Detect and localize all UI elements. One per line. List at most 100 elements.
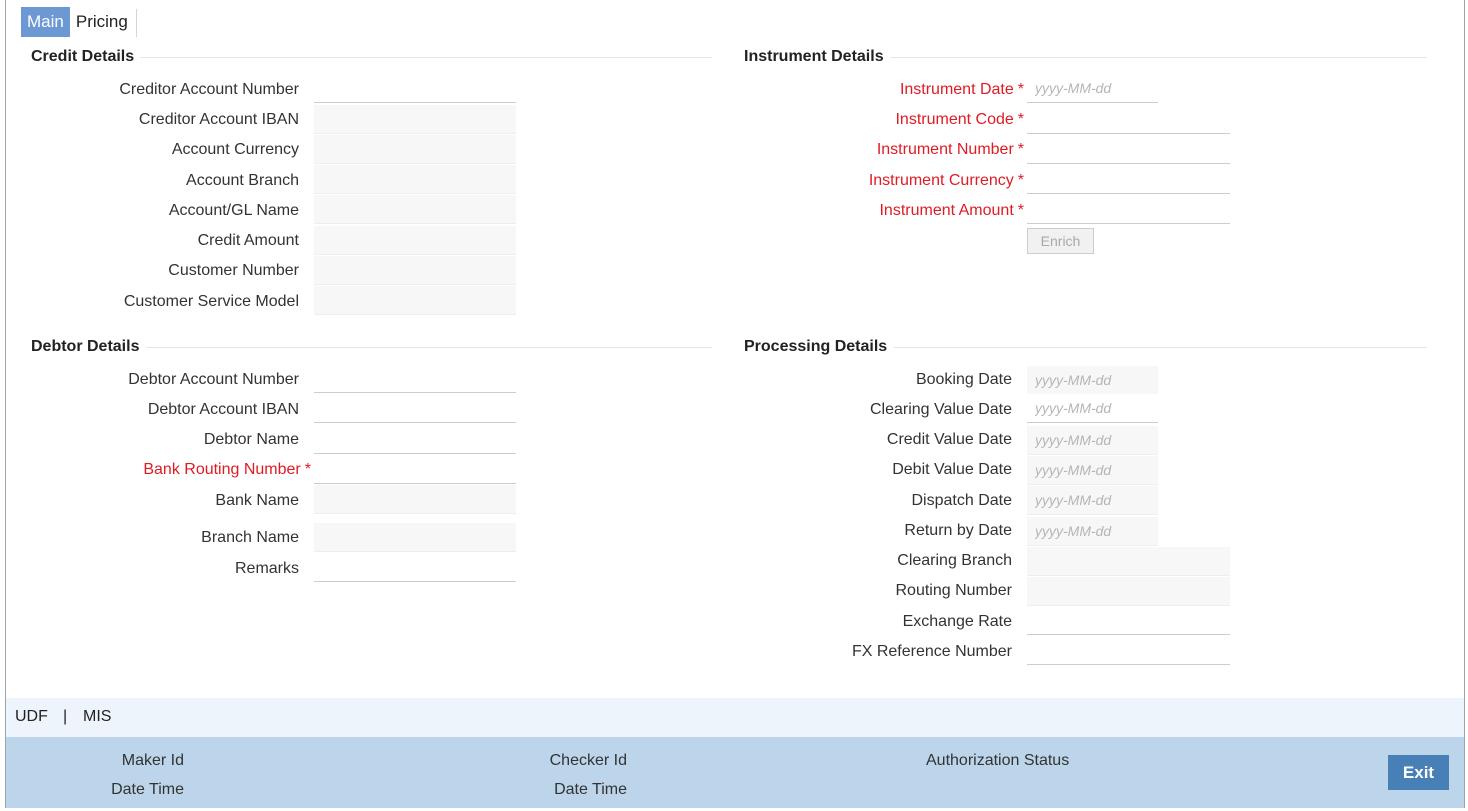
checker-date-time-label: Date Time bbox=[554, 781, 627, 798]
tab-main[interactable]: Main bbox=[21, 7, 70, 37]
debtor-account-number-input[interactable] bbox=[314, 364, 516, 393]
exchange-rate-row: Exchange Rate bbox=[600, 607, 1012, 637]
maker-id-label: Maker Id bbox=[121, 752, 184, 769]
clearing-branch-row: Clearing Branch bbox=[600, 546, 1012, 576]
tab-bar: Main Pricing bbox=[21, 7, 134, 37]
creditor-account-number-label: Creditor Account Number bbox=[119, 81, 299, 98]
mis-link[interactable]: MIS bbox=[83, 708, 111, 726]
clearing-value-date-input[interactable] bbox=[1027, 394, 1158, 423]
exchange-rate-label: Exchange Rate bbox=[902, 613, 1012, 630]
account-gl-name-label: Account/GL Name bbox=[168, 202, 299, 219]
fx-reference-number-row: FX Reference Number bbox=[600, 637, 1012, 667]
credit-amount-label: Credit Amount bbox=[197, 232, 299, 249]
account-gl-name-input bbox=[314, 195, 516, 224]
instrument-number-label: Instrument Number * bbox=[876, 141, 1024, 158]
clearing-value-date-label: Clearing Value Date bbox=[869, 401, 1012, 418]
dispatch-date-row: Dispatch Date bbox=[600, 486, 1013, 516]
instrument-code-label: Instrument Code * bbox=[895, 111, 1024, 128]
return-by-date-input bbox=[1027, 517, 1158, 546]
instrument-code-input[interactable] bbox=[1027, 105, 1230, 134]
udf-mis-bar: UDF | MIS bbox=[6, 698, 1464, 737]
instrument-currency-input[interactable] bbox=[1027, 165, 1230, 194]
account-currency-input bbox=[314, 135, 516, 164]
credit-value-date-input bbox=[1027, 426, 1158, 455]
bank-name-row: Bank Name bbox=[0, 486, 299, 516]
account-branch-row: Account Branch bbox=[0, 166, 299, 196]
credit-details-title: Credit Details bbox=[31, 48, 135, 65]
account-currency-row: Account Currency bbox=[0, 135, 299, 165]
instrument-amount-row: Instrument Amount * bbox=[600, 196, 1024, 226]
remarks-row: Remarks bbox=[0, 554, 299, 584]
tab-divider bbox=[136, 9, 137, 37]
bank-name-label: Bank Name bbox=[215, 492, 299, 509]
bank-routing-number-row: Bank Routing Number * bbox=[0, 455, 311, 485]
debtor-account-number-row: Debtor Account Number bbox=[0, 365, 299, 395]
account-branch-input bbox=[314, 165, 516, 194]
credit-details-rule bbox=[140, 57, 712, 58]
branch-name-input bbox=[314, 523, 516, 552]
credit-value-date-row: Credit Value Date bbox=[600, 425, 1012, 455]
account-gl-name-row: Account/GL Name bbox=[0, 196, 299, 226]
processing-details-title: Processing Details bbox=[744, 338, 888, 355]
customer-number-input bbox=[314, 256, 516, 285]
debtor-name-input[interactable] bbox=[314, 425, 516, 454]
booking-date-row: Booking Date bbox=[600, 365, 1012, 395]
checker-id-label: Checker Id bbox=[549, 752, 627, 769]
instrument-number-row: Instrument Number * bbox=[600, 135, 1024, 165]
maker-date-time-label: Date Time bbox=[111, 781, 184, 798]
debtor-account-iban-input[interactable] bbox=[314, 394, 516, 423]
routing-number-input bbox=[1027, 577, 1230, 606]
debtor-name-label: Debtor Name bbox=[203, 431, 299, 448]
debtor-name-row: Debtor Name bbox=[0, 425, 299, 455]
fx-reference-number-label: FX Reference Number bbox=[851, 643, 1012, 660]
instrument-details-title: Instrument Details bbox=[744, 48, 884, 65]
debtor-details-rule bbox=[146, 347, 712, 348]
exit-button[interactable]: Exit bbox=[1388, 755, 1449, 790]
debtor-details-title: Debtor Details bbox=[31, 338, 140, 355]
tab-pricing[interactable]: Pricing bbox=[70, 7, 134, 37]
debtor-account-number-label: Debtor Account Number bbox=[128, 371, 299, 388]
creditor-account-number-row: Creditor Account Number bbox=[0, 75, 299, 105]
instrument-date-input[interactable] bbox=[1027, 74, 1158, 103]
fx-reference-number-input[interactable] bbox=[1027, 636, 1230, 665]
instrument-code-row: Instrument Code * bbox=[600, 105, 1024, 135]
branch-name-row: Branch Name bbox=[0, 523, 299, 553]
creditor-account-iban-row: Creditor Account IBAN bbox=[0, 105, 299, 135]
routing-number-row: Routing Number bbox=[600, 576, 1013, 606]
bank-routing-number-label: Bank Routing Number * bbox=[143, 461, 311, 478]
exchange-rate-input[interactable] bbox=[1027, 606, 1230, 635]
audit-footer: Maker Id Date Time Checker Id Date Time … bbox=[6, 737, 1464, 808]
dispatch-date-label: Dispatch Date bbox=[911, 492, 1013, 509]
clearing-branch-input bbox=[1027, 547, 1230, 576]
customer-service-model-input bbox=[314, 286, 516, 315]
udf-link[interactable]: UDF bbox=[15, 708, 48, 726]
instrument-currency-row: Instrument Currency * bbox=[600, 166, 1024, 196]
instrument-currency-label: Instrument Currency * bbox=[868, 172, 1024, 189]
dispatch-date-input bbox=[1027, 486, 1158, 515]
account-currency-label: Account Currency bbox=[171, 141, 299, 158]
authorization-status-label: Authorization Status bbox=[926, 752, 1070, 769]
creditor-account-number-input[interactable] bbox=[314, 74, 516, 103]
instrument-amount-input[interactable] bbox=[1027, 195, 1230, 224]
customer-number-label: Customer Number bbox=[168, 262, 299, 279]
branch-name-label: Branch Name bbox=[201, 529, 299, 546]
customer-service-model-label: Customer Service Model bbox=[123, 293, 299, 310]
booking-date-label: Booking Date bbox=[915, 371, 1012, 388]
clearing-value-date-row: Clearing Value Date bbox=[600, 395, 1012, 425]
instrument-number-input[interactable] bbox=[1027, 135, 1230, 164]
booking-date-input bbox=[1027, 366, 1158, 395]
remarks-input[interactable] bbox=[314, 553, 516, 582]
processing-details-rule bbox=[894, 347, 1427, 348]
debit-value-date-label: Debit Value Date bbox=[892, 461, 1012, 478]
routing-number-label: Routing Number bbox=[895, 582, 1013, 599]
customer-number-row: Customer Number bbox=[0, 256, 299, 286]
debit-value-date-input bbox=[1027, 456, 1158, 485]
debtor-account-iban-label: Debtor Account IBAN bbox=[147, 401, 299, 418]
remarks-label: Remarks bbox=[234, 560, 299, 577]
clearing-branch-label: Clearing Branch bbox=[897, 552, 1012, 569]
account-branch-label: Account Branch bbox=[186, 172, 299, 189]
debit-value-date-row: Debit Value Date bbox=[600, 455, 1012, 485]
enrich-button[interactable]: Enrich bbox=[1027, 228, 1094, 254]
credit-amount-row: Credit Amount bbox=[0, 226, 299, 256]
bank-routing-number-input[interactable] bbox=[314, 455, 516, 484]
